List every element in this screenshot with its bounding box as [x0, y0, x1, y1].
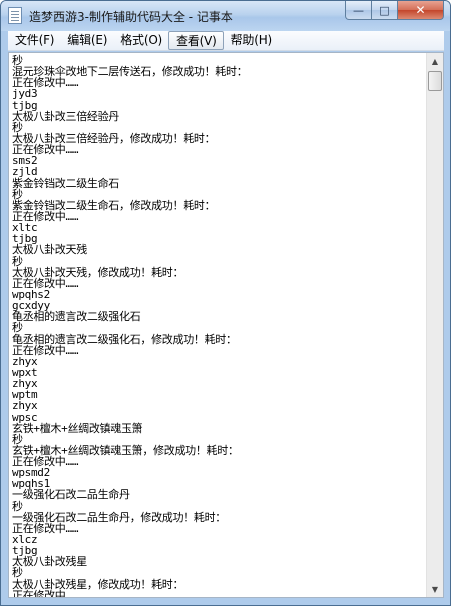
text-line: wptm: [12, 388, 38, 402]
menu-format[interactable]: 格式(O): [113, 31, 168, 50]
text-line: wpsc: [12, 410, 38, 424]
text-content[interactable]: 秒混元珍珠伞改地下二层传送石，修改成功！耗时： 正在修改中…… jyd3 tjbg 太极…: [9, 53, 427, 597]
text-line: 正在修改中……: [12, 76, 79, 90]
text-line: 太极八卦改残星: [12, 555, 87, 569]
text-line: 正在修改中……: [12, 588, 79, 597]
text-line: 正在修改中……: [12, 455, 79, 469]
text-line: 正在修改中……: [12, 343, 79, 357]
text-line: zjld: [12, 165, 38, 179]
menu-bar: 文件(F) 编辑(E) 格式(O) 查看(V) 帮助(H): [8, 31, 444, 51]
text-line: wpxt: [12, 365, 38, 379]
text-line: 太极八卦改三倍经验丹: [12, 109, 119, 123]
text-line: zhyx: [12, 354, 38, 368]
text-line: 秒: [12, 566, 23, 580]
text-line: 秒: [12, 254, 23, 268]
minimize-button[interactable]: —: [345, 1, 372, 20]
text-line: 正在修改中……: [12, 521, 79, 535]
text-line: sms2: [12, 154, 38, 168]
menu-edit[interactable]: 编辑(E): [60, 31, 113, 50]
menu-file[interactable]: 文件(F): [8, 31, 60, 50]
text-line: 紫金铃铛改二级生命石: [12, 176, 119, 190]
title-bar[interactable]: 造梦西游3-制作辅助代码大全 - 记事本 — □ ✕: [1, 1, 450, 31]
text-line: 一级强化石改二品生命丹: [12, 488, 130, 502]
text-line: 玄铁+檀木+丝绸改镇魂玉箫: [12, 421, 143, 435]
text-line: 正在修改中……: [12, 209, 79, 223]
scroll-thumb[interactable]: [428, 71, 442, 91]
text-line: 正在修改中……: [12, 276, 79, 290]
text-line: xltc: [12, 221, 38, 235]
scroll-down-arrow-icon[interactable]: ▼: [427, 581, 443, 597]
text-line: 秒: [12, 321, 23, 335]
notepad-window: 造梦西游3-制作辅助代码大全 - 记事本 — □ ✕ 文件(F) 编辑(E) 格…: [0, 0, 451, 606]
text-line: zhyx: [12, 399, 38, 413]
text-line: xlcz: [12, 533, 38, 547]
text-line: 太极八卦改天残: [12, 243, 87, 257]
menu-help[interactable]: 帮助(H): [224, 31, 278, 50]
close-icon: ✕: [415, 3, 426, 17]
maximize-icon: □: [379, 3, 390, 17]
scroll-up-arrow-icon[interactable]: ▲: [427, 53, 443, 69]
text-line: jyd3: [12, 87, 38, 101]
notepad-icon[interactable]: [8, 7, 22, 24]
minimize-icon: —: [353, 3, 364, 17]
maximize-button[interactable]: □: [372, 1, 398, 20]
text-line: 正在修改中……: [12, 143, 79, 157]
text-line: zhyx: [12, 377, 38, 391]
text-line: wpqhs2: [12, 287, 50, 301]
text-line: wpsmd2: [12, 466, 50, 480]
vertical-scrollbar[interactable]: ▲ ▼: [426, 53, 443, 597]
text-line: 龟丞相的遗言改二级强化石: [12, 310, 141, 324]
caption-buttons: — □ ✕: [345, 1, 444, 21]
close-button[interactable]: ✕: [398, 1, 444, 20]
menu-view[interactable]: 查看(V): [168, 31, 224, 50]
text-line: 龟丞相的遗言改二级强化石，修改成功！耗时：: [12, 332, 237, 346]
text-editor[interactable]: 秒混元珍珠伞改地下二层传送石，修改成功！耗时： 正在修改中…… jyd3 tjbg 太极…: [8, 52, 444, 598]
window-title: 造梦西游3-制作辅助代码大全 - 记事本: [29, 10, 233, 24]
